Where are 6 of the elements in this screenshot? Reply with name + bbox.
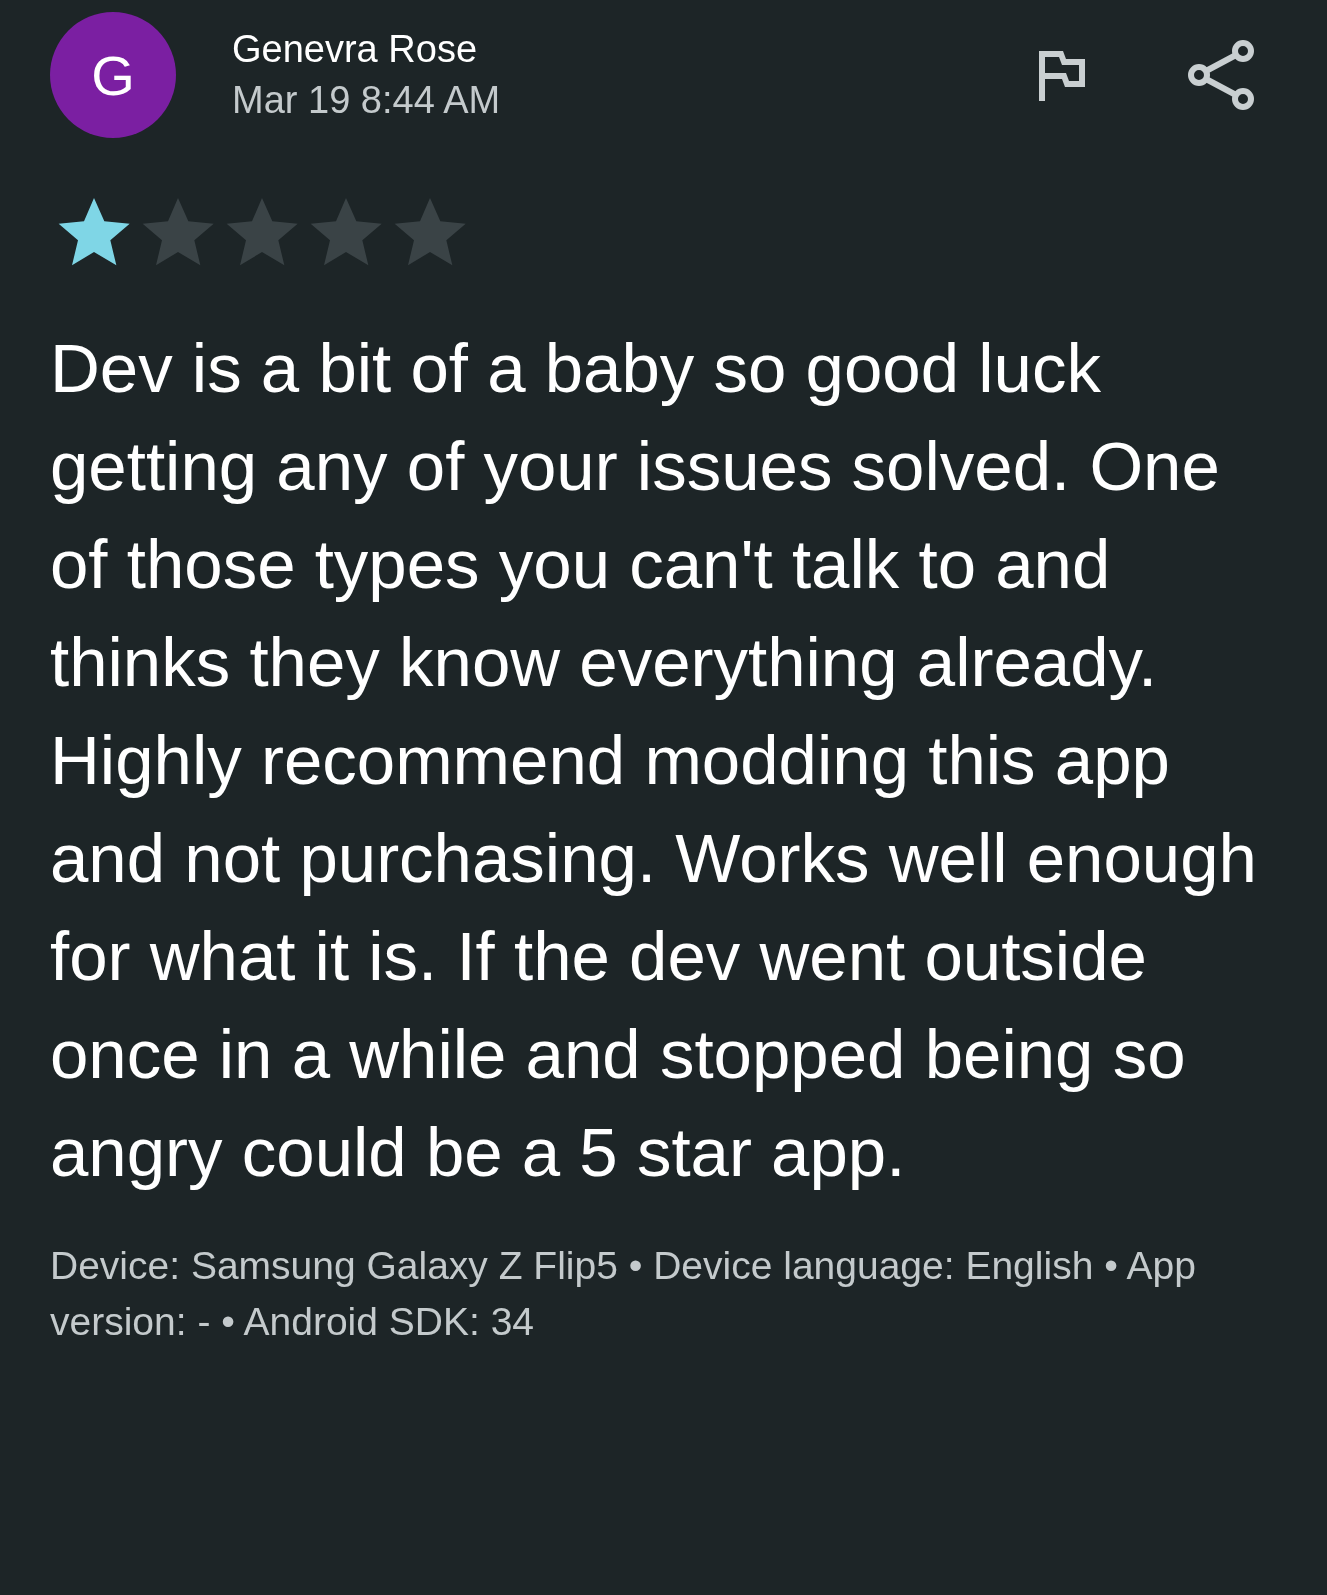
- review-text: Dev is a bit of a baby so good luck getting any of your issues solved. One of those types you can't talk to and thinks they know everything already. Highly recommend modding this app and not purchasing. Works well enough for what it is. If the dev went outside once in a while and stopped being so angry could be a 5 star app.: [50, 329, 1258, 1193]
- review-date: Mar 19 8:44 AM: [232, 79, 501, 122]
- share-icon[interactable]: [1187, 39, 1257, 111]
- avatar: G: [50, 12, 176, 138]
- reviewer-name: Genevra Rose: [232, 28, 478, 71]
- device-info: Device: Samsung Galaxy Z Flip5 • Device language: English • App version: - • Android SDK: 34: [50, 1243, 1197, 1345]
